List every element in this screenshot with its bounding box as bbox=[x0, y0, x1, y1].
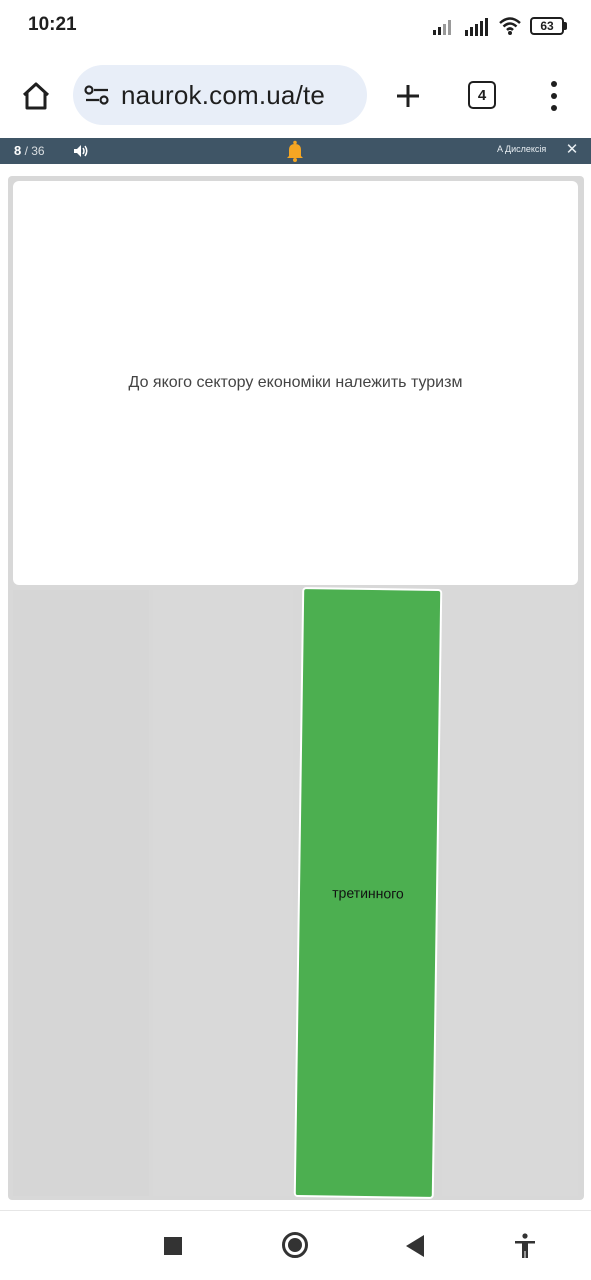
home-icon bbox=[22, 82, 50, 110]
system-nav-bar bbox=[0, 1210, 591, 1280]
back-icon[interactable] bbox=[406, 1235, 424, 1257]
signal-roaming-icon bbox=[465, 18, 488, 36]
recents-icon[interactable] bbox=[164, 1237, 182, 1255]
battery-icon: 63 bbox=[530, 17, 567, 35]
answer-option-label: третинного bbox=[332, 884, 404, 902]
accessibility-icon[interactable] bbox=[514, 1233, 536, 1259]
wifi-icon bbox=[499, 17, 521, 35]
question-card: До якого сектору економіки належить тури… bbox=[13, 181, 578, 585]
answer-option-1[interactable] bbox=[13, 590, 149, 1196]
question-text: До якого сектору економіки належить тури… bbox=[128, 374, 463, 391]
home-button[interactable] bbox=[16, 74, 56, 118]
status-icons: 63 bbox=[432, 14, 567, 38]
new-tab-button[interactable] bbox=[388, 76, 428, 116]
signal-icon bbox=[433, 20, 451, 35]
question-separator: / bbox=[21, 144, 32, 158]
site-settings-icon[interactable] bbox=[83, 81, 111, 109]
question-counter: 8 / 36 bbox=[14, 143, 45, 158]
answer-option-2[interactable] bbox=[153, 590, 293, 1196]
bell-icon[interactable] bbox=[285, 140, 305, 162]
status-bar: 10:21 63 bbox=[0, 0, 591, 52]
dyslexia-toggle[interactable]: A Дислексія bbox=[497, 144, 546, 154]
home-circle-icon[interactable] bbox=[282, 1232, 308, 1258]
browser-toolbar: naurok.com.ua/te 4 bbox=[0, 52, 591, 138]
quiz-header: 8 / 36 A Дислексія ✕ bbox=[0, 138, 591, 164]
answer-option-3-selected[interactable]: третинного bbox=[293, 587, 443, 1199]
status-time: 10:21 bbox=[28, 14, 77, 35]
question-total: 36 bbox=[31, 144, 45, 158]
battery-level: 63 bbox=[530, 17, 564, 35]
new-tab-icon bbox=[397, 85, 419, 107]
url-text[interactable]: naurok.com.ua/te bbox=[121, 80, 325, 111]
close-icon[interactable]: ✕ bbox=[564, 142, 580, 158]
tabs-icon[interactable]: 4 bbox=[468, 81, 496, 109]
answer-option-4[interactable] bbox=[442, 590, 578, 1196]
sound-icon[interactable] bbox=[72, 143, 90, 159]
address-bar[interactable]: naurok.com.ua/te bbox=[73, 65, 367, 125]
menu-icon[interactable] bbox=[542, 76, 566, 116]
